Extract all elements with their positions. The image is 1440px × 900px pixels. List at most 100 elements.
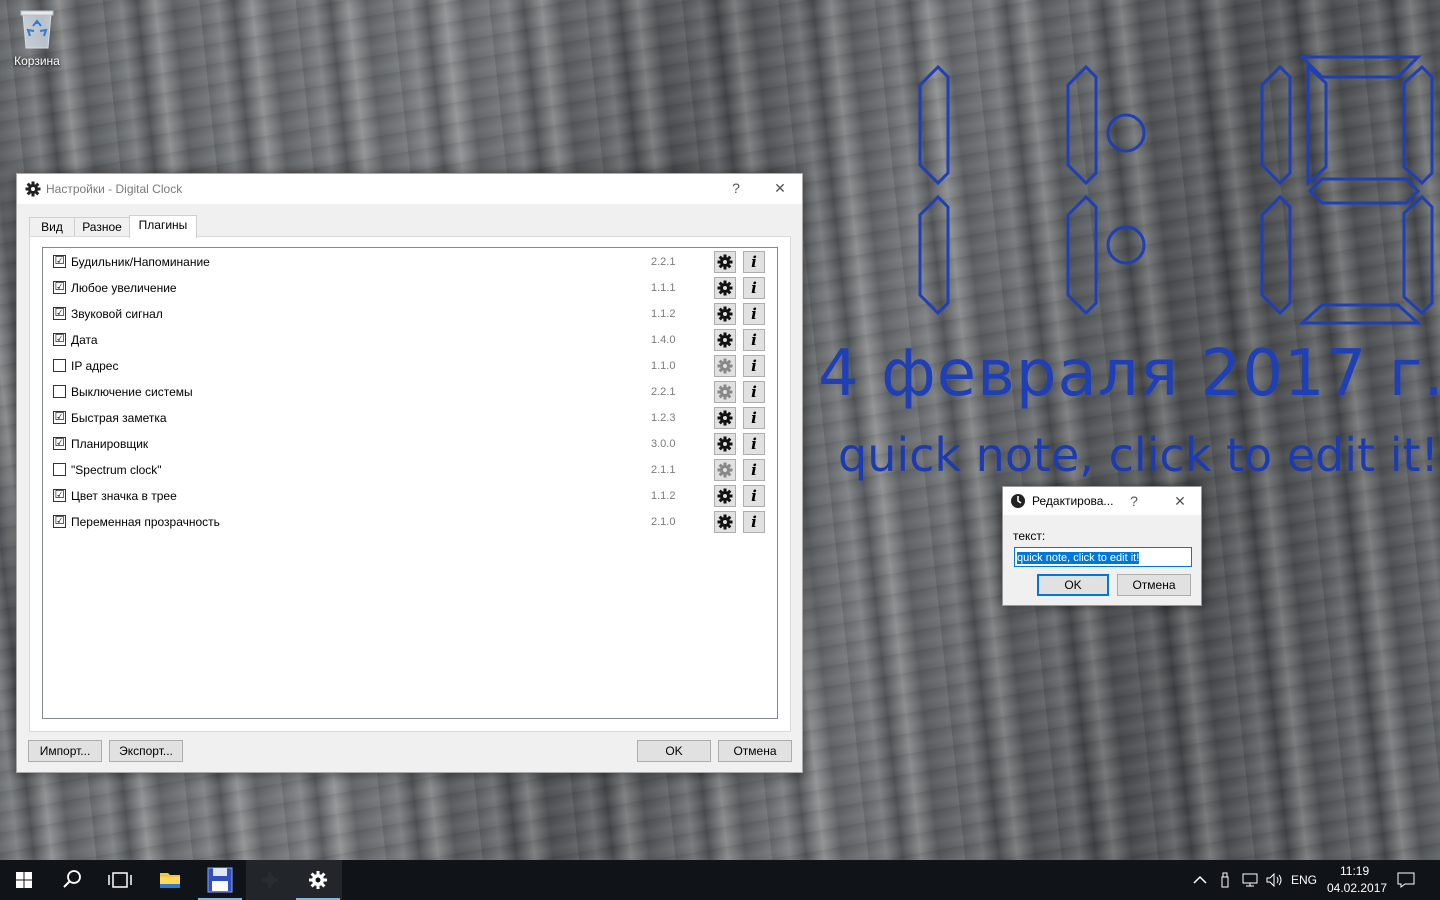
info-icon: i: [751, 435, 757, 453]
plugin-enabled-checkbox[interactable]: ☑: [53, 515, 66, 528]
task-view-button[interactable]: [96, 860, 144, 900]
clock-icon: [1011, 494, 1025, 508]
plugin-settings-button[interactable]: [714, 407, 736, 429]
quick-note-text[interactable]: quick note, click to edit it!: [838, 428, 1439, 482]
plugin-settings-button[interactable]: [714, 251, 736, 273]
plugin-settings-button[interactable]: [714, 381, 736, 403]
plugin-row: ☑ Любое увеличение 1.1.1 i: [43, 275, 777, 301]
gear-icon: [717, 436, 733, 452]
plugin-name: Переменная прозрачность: [71, 515, 220, 529]
clock-app-button[interactable]: [246, 860, 294, 900]
plugin-enabled-checkbox[interactable]: ☑: [53, 411, 66, 424]
search-icon: [63, 870, 81, 888]
edit-dialog-titlebar[interactable]: Редактирова... ? ✕: [1003, 487, 1201, 515]
gear-icon: [309, 871, 327, 889]
taskbar-time[interactable]: 11:19: [1340, 864, 1369, 878]
plugin-info-button[interactable]: i: [743, 381, 765, 403]
plugin-info-button[interactable]: i: [743, 407, 765, 429]
plugin-enabled-checkbox[interactable]: ☑: [53, 333, 66, 346]
plugin-info-button[interactable]: i: [743, 251, 765, 273]
plugin-enabled-checkbox[interactable]: [53, 463, 66, 476]
plugin-row: Выключение системы 2.2.1 i: [43, 379, 777, 405]
plugin-info-button[interactable]: i: [743, 355, 765, 377]
save-app-button[interactable]: [196, 860, 244, 900]
export-button[interactable]: Экспорт...: [109, 740, 183, 762]
dialog-close-button[interactable]: ✕: [1163, 487, 1197, 515]
cancel-button[interactable]: Отмена: [718, 740, 792, 762]
notifications-icon[interactable]: [1396, 871, 1416, 889]
floppy-disk-icon: [207, 867, 233, 893]
clock-date-display[interactable]: 4 февраля 2017 г.: [818, 337, 1440, 411]
plugin-settings-button[interactable]: [714, 303, 736, 325]
plugin-info-button[interactable]: i: [743, 277, 765, 299]
language-indicator[interactable]: ENG: [1291, 873, 1317, 887]
plugin-settings-button[interactable]: [714, 433, 736, 455]
plugin-info-button[interactable]: i: [743, 485, 765, 507]
clock-time-display[interactable]: [910, 55, 1440, 335]
recycle-bin-icon: [19, 8, 55, 50]
plugin-name: "Spectrum clock": [71, 463, 162, 477]
plugin-enabled-checkbox[interactable]: ☑: [53, 489, 66, 502]
info-icon: i: [751, 409, 757, 427]
tab-view[interactable]: Вид: [29, 217, 75, 237]
plugin-enabled-checkbox[interactable]: ☑: [53, 307, 66, 320]
plugin-enabled-checkbox[interactable]: [53, 385, 66, 398]
plugin-info-button[interactable]: i: [743, 433, 765, 455]
info-icon: i: [751, 383, 757, 401]
plugin-settings-button[interactable]: [714, 329, 736, 351]
plugin-enabled-checkbox[interactable]: ☑: [53, 281, 66, 294]
settings-window: Настройки - Digital Clock ? ✕ Вид Разное…: [16, 173, 803, 773]
tab-misc[interactable]: Разное: [74, 217, 130, 237]
plugin-info-button[interactable]: i: [743, 329, 765, 351]
plugin-name: Цвет значка в трее: [71, 489, 177, 503]
plugin-version: 1.1.2: [651, 490, 676, 502]
plugin-name: Быстрая заметка: [71, 411, 167, 425]
network-icon[interactable]: [1240, 871, 1260, 889]
info-icon: i: [751, 461, 757, 479]
dialog-help-button[interactable]: ?: [1119, 487, 1149, 515]
plugin-row: ☑ Быстрая заметка 1.2.3 i: [43, 405, 777, 431]
settings-titlebar[interactable]: Настройки - Digital Clock ? ✕: [17, 174, 802, 204]
start-button[interactable]: [0, 860, 48, 900]
gear-icon: [717, 280, 733, 296]
plugin-version: 1.1.1: [651, 282, 676, 294]
plugin-info-button[interactable]: i: [743, 303, 765, 325]
plugin-enabled-checkbox[interactable]: [53, 359, 66, 372]
folder-icon: [160, 873, 180, 888]
search-button[interactable]: [48, 860, 96, 900]
edit-note-dialog: Редактирова... ? ✕ текст: quick note, cl…: [1002, 486, 1202, 606]
plugin-settings-button[interactable]: [714, 485, 736, 507]
file-explorer-button[interactable]: [146, 860, 194, 900]
help-button[interactable]: ?: [714, 174, 758, 204]
plugin-version: 1.1.0: [651, 360, 676, 372]
plugin-name: Выключение системы: [71, 385, 193, 399]
plugin-info-button[interactable]: i: [743, 459, 765, 481]
ok-button[interactable]: OK: [637, 740, 711, 762]
close-button[interactable]: ✕: [758, 174, 802, 204]
plugin-settings-button[interactable]: [714, 459, 736, 481]
gear-icon: [717, 488, 733, 504]
taskbar-date[interactable]: 04.02.2017: [1327, 881, 1387, 895]
recycle-bin-shortcut[interactable]: Корзина: [8, 8, 66, 68]
gear-icon: [717, 358, 733, 374]
plugin-version: 3.0.0: [651, 438, 676, 450]
plugin-name: Дата: [71, 333, 98, 347]
plugin-name: IP адрес: [71, 359, 119, 373]
dialog-ok-button[interactable]: OK: [1037, 574, 1109, 596]
gear-icon: [717, 306, 733, 322]
import-button[interactable]: Импорт...: [28, 740, 102, 762]
gear-icon: [717, 332, 733, 348]
chevron-up-icon[interactable]: [1190, 872, 1210, 888]
volume-icon[interactable]: [1264, 871, 1284, 889]
plugin-settings-button[interactable]: [714, 277, 736, 299]
plugin-enabled-checkbox[interactable]: ☑: [53, 437, 66, 450]
tab-plugins[interactable]: Плагины: [129, 215, 197, 238]
usb-icon[interactable]: [1216, 871, 1234, 889]
settings-app-button[interactable]: [294, 860, 342, 900]
plugin-settings-button[interactable]: [714, 355, 736, 377]
plugin-info-button[interactable]: i: [743, 511, 765, 533]
plugin-enabled-checkbox[interactable]: ☑: [53, 255, 66, 268]
plugin-settings-button[interactable]: [714, 511, 736, 533]
note-text-input[interactable]: quick note, click to edit it!: [1014, 547, 1192, 567]
dialog-cancel-button[interactable]: Отмена: [1117, 574, 1191, 596]
